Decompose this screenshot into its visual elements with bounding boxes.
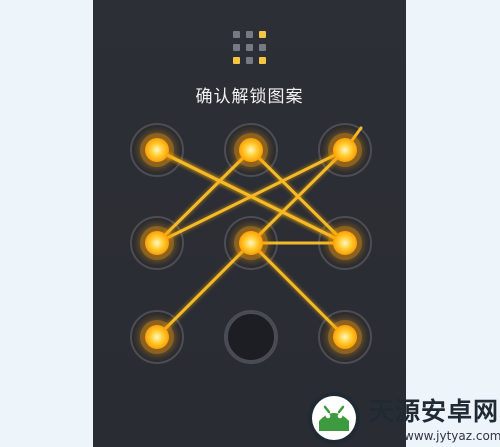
pattern-node-active-9 xyxy=(333,325,357,349)
android-robot-icon xyxy=(308,392,360,444)
pattern-node-inactive-8 xyxy=(226,312,276,362)
watermark: 天源安卓网 www.jytyaz.com xyxy=(297,383,500,447)
pattern-node-active-4 xyxy=(145,231,169,255)
page: 确认解锁图案 天源安卓网 www.jytyaz.com xyxy=(0,0,500,447)
pattern-node-active-3 xyxy=(333,138,357,162)
watermark-url: www.jytyaz.com xyxy=(404,429,500,443)
pattern-node-active-6 xyxy=(333,231,357,255)
unlock-pattern-grid[interactable] xyxy=(0,0,500,447)
pattern-node-active-7 xyxy=(145,325,169,349)
pattern-node-active-1 xyxy=(145,138,169,162)
pattern-node-active-5 xyxy=(239,231,263,255)
watermark-name: 天源安卓网 xyxy=(369,397,500,426)
pattern-node-active-2 xyxy=(239,138,263,162)
